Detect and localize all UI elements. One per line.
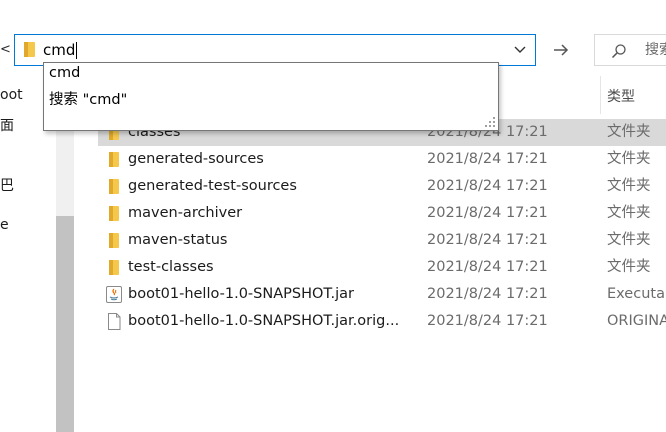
go-button[interactable] [546, 34, 576, 66]
file-type: 文件夹 [607, 124, 651, 140]
file-date: 2021/8/24 17:21 [427, 205, 548, 221]
autocomplete-item-cmd[interactable]: cmd [49, 65, 80, 81]
file-row-maven-archiver[interactable]: maven-archiver 2021/8/24 17:21 文件夹 [98, 200, 666, 227]
arrow-right-icon [554, 44, 569, 56]
resize-grip-icon[interactable] [484, 116, 496, 128]
folder-icon [24, 42, 35, 57]
file-date: 2021/8/24 17:21 [427, 259, 548, 275]
title-strip [0, 0, 666, 26]
file-row-generated-test-sources[interactable]: generated-test-sources 2021/8/24 17:21 文… [98, 173, 666, 200]
autocomplete-item-search[interactable]: 搜索 "cmd" [49, 88, 127, 109]
address-value: cmd [43, 41, 76, 59]
file-explorer-window: < cmd 搜索 oot 面 巴 [0, 0, 666, 432]
folder-icon [109, 152, 119, 167]
nav-scrollbar-thumb[interactable] [56, 216, 74, 432]
autocomplete-dropdown: cmd 搜索 "cmd" [43, 62, 499, 131]
file-name: boot01-hello-1.0-SNAPSHOT.jar [128, 286, 355, 302]
file-row-generated-sources[interactable]: generated-sources 2021/8/24 17:21 文件夹 [98, 146, 666, 173]
file-date: 2021/8/24 17:21 [427, 151, 548, 167]
column-header-type[interactable]: 类型 [607, 86, 635, 106]
file-type: 文件夹 [607, 151, 651, 167]
folder-icon [109, 233, 119, 248]
file-date: 2021/8/24 17:21 [427, 178, 548, 194]
folder-icon [109, 179, 119, 194]
nav-item[interactable]: oot [0, 87, 23, 103]
folder-icon [109, 260, 119, 275]
search-input[interactable]: 搜索 [594, 34, 666, 66]
file-date: 2021/8/24 17:21 [427, 232, 548, 248]
nav-item[interactable]: e [0, 217, 9, 233]
nav-item[interactable]: 面 [0, 115, 14, 135]
chevron-left-icon[interactable]: < [0, 36, 11, 64]
search-icon [611, 44, 626, 59]
file-name: test-classes [128, 259, 214, 275]
file-name: generated-test-sources [128, 178, 297, 194]
file-type: 文件夹 [607, 178, 651, 194]
file-date: 2021/8/24 17:21 [427, 313, 548, 329]
chevron-down-icon[interactable] [513, 43, 527, 57]
column-divider[interactable] [600, 76, 601, 114]
file-name: maven-status [128, 232, 228, 248]
file-date: 2021/8/24 17:21 [427, 286, 548, 302]
file-row-maven-status[interactable]: maven-status 2021/8/24 17:21 文件夹 [98, 227, 666, 254]
file-type: 文件夹 [607, 232, 651, 248]
file-type: 文件夹 [607, 205, 651, 221]
address-input[interactable]: cmd [43, 35, 78, 65]
file-name: generated-sources [128, 151, 264, 167]
file-type: Executal [607, 286, 666, 302]
java-jar-icon [106, 286, 122, 303]
file-row-jar[interactable]: boot01-hello-1.0-SNAPSHOT.jar 2021/8/24 … [98, 281, 666, 308]
file-row-test-classes[interactable]: test-classes 2021/8/24 17:21 文件夹 [98, 254, 666, 281]
text-caret [76, 42, 78, 59]
folder-icon [109, 206, 119, 221]
file-icon [108, 313, 121, 330]
file-type: ORIGINA [607, 313, 666, 329]
file-row-jar-original[interactable]: boot01-hello-1.0-SNAPSHOT.jar.orig... 20… [98, 308, 666, 335]
search-placeholder: 搜索 [645, 42, 666, 58]
file-name: maven-archiver [128, 205, 243, 221]
file-type: 文件夹 [607, 259, 651, 275]
file-name: boot01-hello-1.0-SNAPSHOT.jar.orig... [128, 313, 400, 329]
nav-item[interactable]: 巴 [0, 175, 14, 195]
